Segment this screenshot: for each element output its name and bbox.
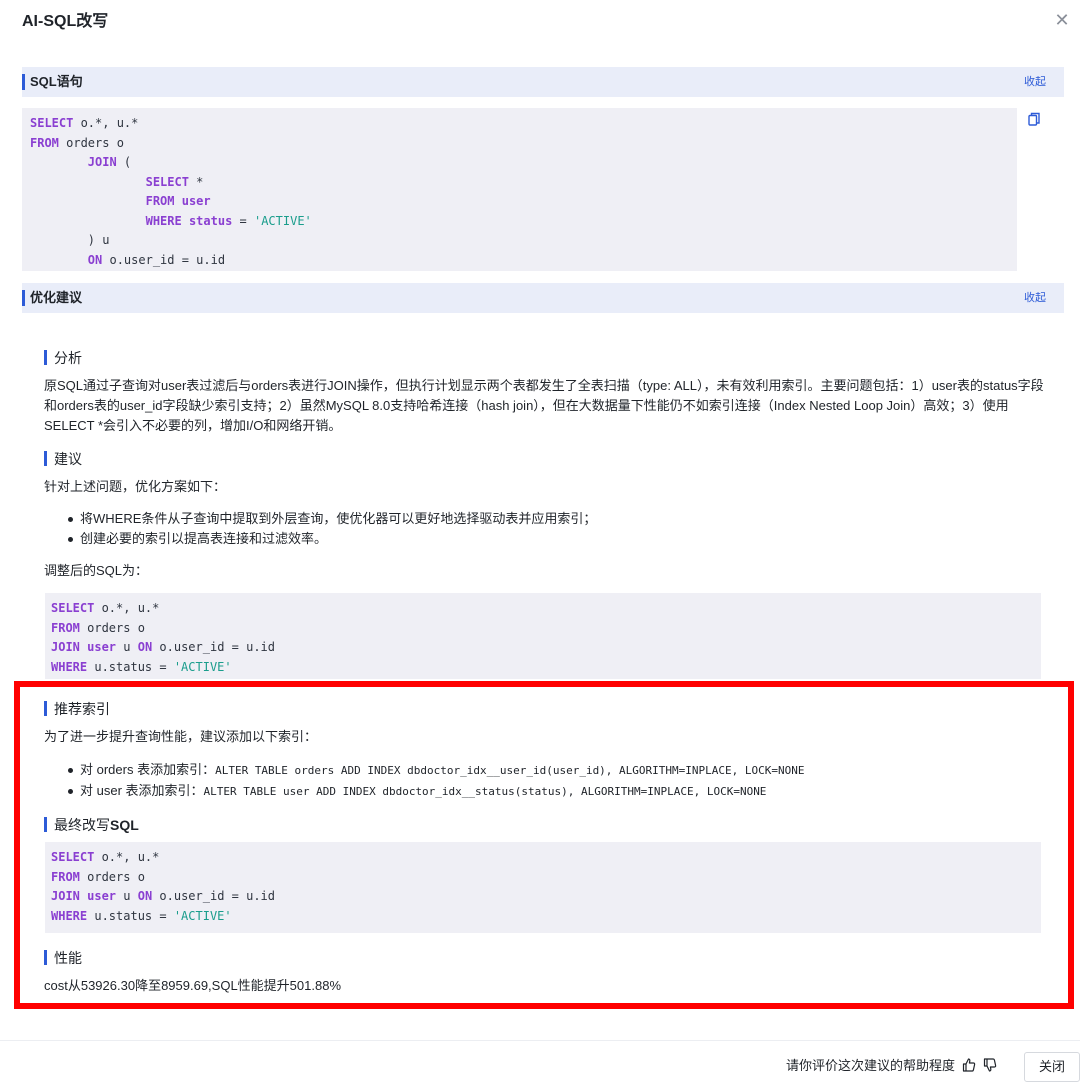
sql-text: o.user_id = u.id bbox=[102, 252, 226, 267]
adjusted-sql-code: SELECT o.*, u.* FROM orders o JOIN user u … bbox=[45, 593, 1041, 679]
code-line: ON o.user_id = u.id bbox=[30, 251, 1009, 271]
code-line: WHERE u.status = 'ACTIVE' bbox=[51, 658, 1035, 678]
sql-text: o.*, u.* bbox=[73, 116, 139, 130]
sql-keyword: JOIN bbox=[87, 155, 117, 169]
sql-text: * bbox=[188, 174, 204, 189]
code-line: SELECT o.*, u.* bbox=[30, 114, 1009, 134]
sql-text: u bbox=[116, 640, 138, 654]
optimize-section-title: 优化建议 bbox=[30, 290, 83, 305]
list-item: 将WHERE条件从子查询中提取到外层查询，使优化器可以更好地选择驱动表并应用索引… bbox=[66, 509, 596, 529]
sql-keyword: SELECT bbox=[30, 116, 74, 130]
sql-text: ) u bbox=[30, 233, 110, 247]
analysis-text: 原SQL通过子查询对user表过滤后与orders表进行JOIN操作，但执行计划… bbox=[44, 378, 1044, 433]
sql-keyword: JOIN user bbox=[51, 640, 117, 654]
optimize-section-collapse-link[interactable]: 收起 bbox=[1024, 283, 1046, 313]
code-line: SELECT o.*, u.* bbox=[51, 599, 1035, 619]
optimize-section-header: 优化建议 收起 bbox=[22, 283, 1064, 313]
sql-string: 'ACTIVE' bbox=[173, 659, 232, 674]
code-line: SELECT * bbox=[30, 173, 1009, 193]
thumbs-down-icon[interactable] bbox=[983, 1057, 997, 1073]
list-item: 创建必要的索引以提高表连接和过滤效率。 bbox=[66, 529, 596, 549]
sql-text: = bbox=[232, 213, 254, 228]
rating-prompt: 请你评价这次建议的帮助程度 bbox=[786, 1058, 956, 1073]
sql-keyword: SELECT bbox=[145, 174, 189, 189]
code-line: JOIN ( bbox=[30, 153, 1009, 173]
code-line: ) u bbox=[30, 231, 1009, 251]
sql-text: o.user_id = u.id bbox=[152, 640, 275, 654]
sql-keyword: WHERE bbox=[51, 659, 88, 674]
highlight-annotation-box bbox=[14, 681, 1074, 1009]
original-sql-code: SELECT o.*, u.* FROM orders o JOIN ( SELE… bbox=[22, 108, 1017, 271]
adjusted-sql-label: 调整后的SQL为： bbox=[44, 563, 149, 578]
sql-section-header: SQL语句 收起 bbox=[22, 67, 1064, 97]
sql-text: u.status = bbox=[87, 659, 174, 674]
code-line: WHERE status = 'ACTIVE' bbox=[30, 212, 1009, 232]
close-icon[interactable]: ✕ bbox=[1052, 10, 1072, 30]
dialog-title: AI-SQL改写 bbox=[22, 13, 109, 30]
code-line: FROM orders o bbox=[51, 619, 1035, 639]
sql-text: orders o bbox=[79, 620, 145, 635]
section-accent-bar bbox=[22, 290, 25, 306]
ai-sql-rewrite-dialog: AI-SQL改写 ✕ SQL语句 收起 SELECT o.*, u.* FROM … bbox=[0, 0, 1080, 1085]
sql-section-collapse-link[interactable]: 收起 bbox=[1024, 67, 1046, 97]
close-button[interactable]: 关闭 bbox=[1024, 1052, 1080, 1082]
sql-keyword: ON bbox=[137, 640, 153, 654]
code-line: FROM orders o bbox=[30, 134, 1009, 154]
analysis-title: 分析 bbox=[44, 348, 82, 368]
sql-text: ( bbox=[116, 155, 132, 169]
suggestion-intro: 针对上述问题，优化方案如下： bbox=[44, 479, 227, 494]
suggestion-list: 将WHERE条件从子查询中提取到外层查询，使优化器可以更好地选择驱动表并应用索引… bbox=[66, 509, 596, 549]
sql-keyword: FROM bbox=[51, 620, 80, 635]
sql-section-title: SQL语句 bbox=[30, 74, 83, 89]
sql-keyword: FROM bbox=[30, 135, 59, 150]
sql-text: o.*, u.* bbox=[94, 601, 160, 615]
footer-divider bbox=[0, 1040, 1080, 1041]
code-line: JOIN user u ON o.user_id = u.id bbox=[51, 638, 1035, 658]
sql-keyword: SELECT bbox=[51, 601, 95, 615]
suggestion-title: 建议 bbox=[44, 449, 82, 469]
thumbs-up-icon[interactable] bbox=[962, 1057, 976, 1073]
sql-keyword: WHERE status bbox=[145, 213, 233, 228]
sql-keyword: ON bbox=[87, 252, 103, 267]
sql-keyword: FROM user bbox=[145, 194, 211, 208]
sql-string: 'ACTIVE' bbox=[253, 213, 312, 228]
sql-text: orders o bbox=[58, 135, 124, 150]
section-accent-bar bbox=[22, 74, 25, 90]
copy-icon[interactable] bbox=[1027, 112, 1041, 126]
code-line: FROM user bbox=[30, 192, 1009, 212]
